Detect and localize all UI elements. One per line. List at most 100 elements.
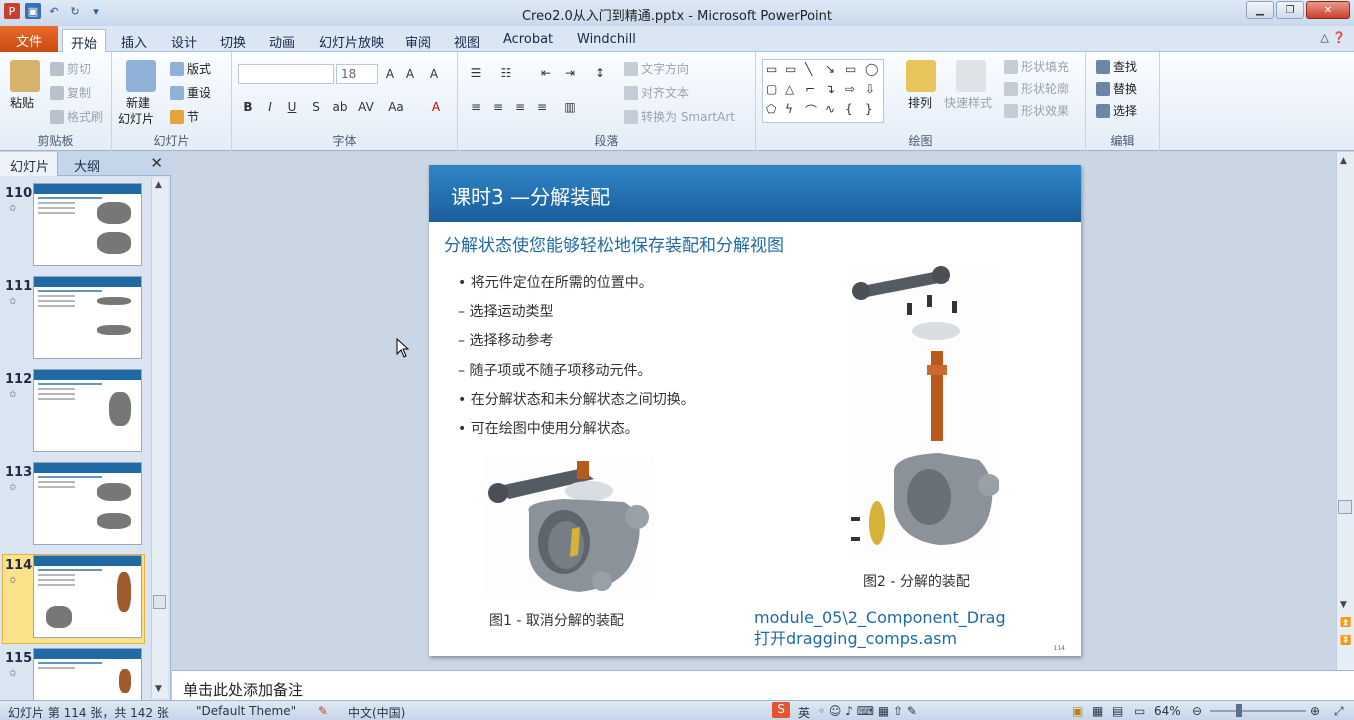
zoom-out-icon[interactable]: ⊖ xyxy=(1192,704,1202,718)
slide-thumbnail-selected[interactable] xyxy=(33,555,142,638)
scroll-down-icon[interactable]: ▼ xyxy=(155,684,162,694)
theme-status[interactable]: "Default Theme" xyxy=(196,704,296,718)
sogou-ime-icon[interactable]: S xyxy=(772,702,790,718)
shape-fill-button[interactable]: 形状填充 xyxy=(1004,58,1069,75)
scroll-down-icon[interactable]: ▼ xyxy=(1340,600,1347,610)
slide-scrollbar[interactable]: ▲ ▼ ⏫ ⏬ xyxy=(1336,152,1354,670)
tab-design[interactable]: 设计 xyxy=(163,29,205,52)
new-slide-button[interactable]: 新建 xyxy=(126,94,150,111)
zoom-slider-track[interactable] xyxy=(1210,710,1306,712)
decrease-indent-icon[interactable]: ⇤ xyxy=(538,66,554,80)
pentagon-shape-icon[interactable]: ⬠ xyxy=(766,102,776,116)
tab-transitions[interactable]: 切换 xyxy=(212,29,254,52)
replace-button[interactable]: 替换 xyxy=(1096,80,1137,97)
left-brace-shape-icon[interactable]: { xyxy=(845,102,853,116)
slide-thumbnail[interactable] xyxy=(33,276,142,359)
oval-shape-icon[interactable]: ◯ xyxy=(865,62,878,76)
change-case-icon[interactable]: Aa xyxy=(388,100,404,114)
layout-button[interactable]: 版式 xyxy=(170,60,211,77)
font-size-box[interactable]: 18 xyxy=(336,64,378,84)
restore-button[interactable]: ❐ xyxy=(1276,1,1304,19)
bold-icon[interactable]: B xyxy=(240,100,256,114)
scroll-thumb[interactable] xyxy=(153,595,166,609)
minimize-button[interactable]: ▁ xyxy=(1246,1,1274,19)
cut-button[interactable]: 剪切 xyxy=(50,60,91,77)
close-button[interactable]: ✕ xyxy=(1306,1,1350,19)
grow-font-icon[interactable]: A xyxy=(382,67,398,81)
new-slide-dropdown[interactable]: 幻灯片 xyxy=(118,110,154,127)
smartart-button[interactable]: 转换为 SmartArt xyxy=(624,108,735,125)
arrow-line-shape-icon[interactable]: ↘ xyxy=(825,62,835,76)
tab-file[interactable]: 文件 xyxy=(0,26,58,52)
slide-canvas[interactable]: 课时3 —分解装配 分解状态使您能够轻松地保存装配和分解视图 • 将元件定位在所… xyxy=(429,165,1081,656)
ime-mode-indicator[interactable]: 英 xyxy=(798,704,810,720)
triangle-shape-icon[interactable]: △ xyxy=(785,82,794,96)
elbow-arrow-shape-icon[interactable]: ↴ xyxy=(825,82,835,96)
spell-check-icon[interactable]: ✎ xyxy=(318,704,328,718)
align-center-icon[interactable]: ≡ xyxy=(490,100,506,114)
slide-title[interactable]: 课时3 —分解装配 xyxy=(451,181,610,210)
shadow-icon[interactable]: S xyxy=(308,100,324,114)
font-color-icon[interactable]: A xyxy=(428,100,444,114)
slide-thumbnail[interactable] xyxy=(33,183,142,266)
tab-windchill[interactable]: Windchill xyxy=(569,29,644,52)
lightning-shape-icon[interactable]: ϟ xyxy=(785,102,793,116)
char-spacing-icon[interactable]: AV xyxy=(358,100,374,114)
freeform-shape-icon[interactable]: ∿ xyxy=(825,102,835,116)
shape-outline-button[interactable]: 形状轮廓 xyxy=(1004,80,1069,97)
language-status[interactable]: 中文(中国) xyxy=(348,704,405,720)
scroll-up-icon[interactable]: ▲ xyxy=(1340,156,1347,166)
rounded-rect-shape-icon[interactable]: ▢ xyxy=(766,82,777,96)
zoom-in-icon[interactable]: ⊕ xyxy=(1310,704,1320,718)
previous-slide-icon[interactable]: ⏫ xyxy=(1340,618,1351,628)
tab-outline[interactable]: 大纲 xyxy=(74,156,100,175)
scroll-up-icon[interactable]: ▲ xyxy=(155,180,162,190)
rectangle-shape-icon[interactable]: ▭ xyxy=(845,62,856,76)
numbering-icon[interactable]: ☷ xyxy=(498,66,514,80)
columns-icon[interactable]: ▥ xyxy=(562,100,578,114)
right-arrow-shape-icon[interactable]: ⇨ xyxy=(845,82,855,96)
textbox-shape-icon[interactable]: ▭ xyxy=(766,62,777,76)
tab-acrobat[interactable]: Acrobat xyxy=(495,29,561,52)
down-arrow-shape-icon[interactable]: ⇩ xyxy=(865,82,875,96)
slide-thumbnail[interactable] xyxy=(33,369,142,452)
arrange-icon[interactable] xyxy=(906,60,936,92)
increase-indent-icon[interactable]: ⇥ xyxy=(562,66,578,80)
arrange-button[interactable]: 排列 xyxy=(908,94,932,111)
tab-view[interactable]: 视图 xyxy=(446,29,488,52)
reset-button[interactable]: 重设 xyxy=(170,84,211,101)
line-spacing-icon[interactable]: ↕ xyxy=(592,66,608,80)
italic-icon[interactable]: I xyxy=(262,100,278,114)
slide-subtitle[interactable]: 分解状态使您能够轻松地保存装配和分解视图 xyxy=(444,231,784,256)
slideshow-view-icon[interactable]: ▭ xyxy=(1134,704,1145,718)
tab-slides[interactable]: 幻灯片 xyxy=(0,152,58,176)
scroll-thumb[interactable] xyxy=(1338,500,1352,514)
align-right-icon[interactable]: ≡ xyxy=(512,100,528,114)
justify-icon[interactable]: ≡ xyxy=(534,100,550,114)
slide-thumbnail[interactable] xyxy=(33,462,142,545)
help-icon[interactable]: △ ❓ xyxy=(1320,31,1346,44)
select-button[interactable]: 选择 xyxy=(1096,102,1137,119)
section-button[interactable]: 节 xyxy=(170,108,199,125)
slides-panel-scrollbar[interactable]: ▲ ▼ xyxy=(151,178,168,698)
ime-toolbar-icons[interactable]: ◦ ☺ ♪ ⌨ ▦ ⇧ ✎ xyxy=(818,704,917,718)
curve-shape-icon[interactable]: ⌒ xyxy=(805,102,817,119)
vertical-textbox-shape-icon[interactable]: ▭ xyxy=(785,62,796,76)
notes-pane[interactable]: 单击此处添加备注 xyxy=(172,670,1354,700)
new-slide-icon[interactable] xyxy=(126,60,156,92)
find-button[interactable]: 查找 xyxy=(1096,58,1137,75)
shrink-font-icon[interactable]: A xyxy=(402,67,418,81)
strikethrough-icon[interactable]: ab xyxy=(332,100,348,114)
paste-button[interactable]: 粘贴 xyxy=(10,94,34,111)
line-shape-icon[interactable]: ╲ xyxy=(805,62,812,76)
module-path-link[interactable]: module_05\2_Component_Drag 打开dragging_co… xyxy=(754,607,1006,649)
shape-effects-button[interactable]: 形状效果 xyxy=(1004,102,1069,119)
font-name-box[interactable] xyxy=(238,64,334,84)
tab-review[interactable]: 审阅 xyxy=(397,29,439,52)
format-painter-button[interactable]: 格式刷 xyxy=(50,108,103,125)
copy-button[interactable]: 复制 xyxy=(50,84,91,101)
text-direction-button[interactable]: 文字方向 xyxy=(624,60,689,77)
quick-styles-button[interactable]: 快速样式 xyxy=(944,94,992,111)
zoom-slider-thumb[interactable] xyxy=(1236,704,1242,717)
quick-styles-icon[interactable] xyxy=(956,60,986,92)
